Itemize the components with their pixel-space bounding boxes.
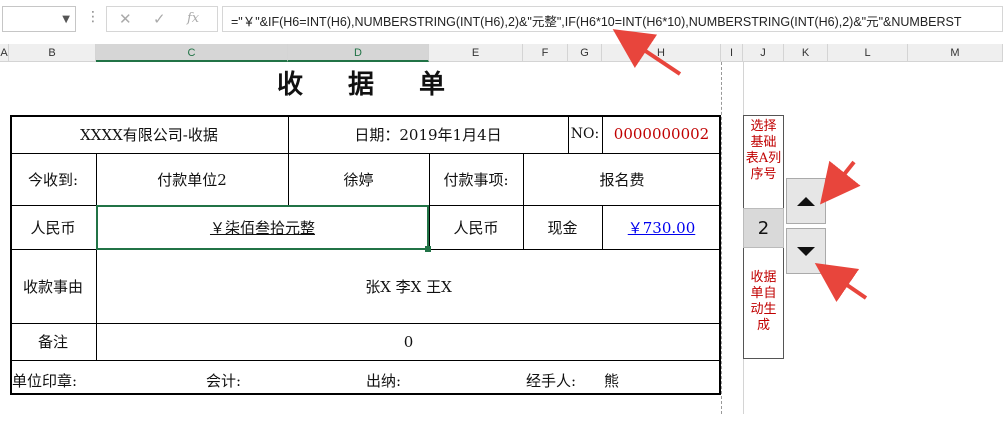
- annotation-arrows: [612, 29, 868, 303]
- formula-annotation-arrow: [612, 29, 682, 76]
- spin-down-annotation-arrow: [814, 262, 868, 303]
- spin-up-annotation-arrow: [820, 160, 861, 205]
